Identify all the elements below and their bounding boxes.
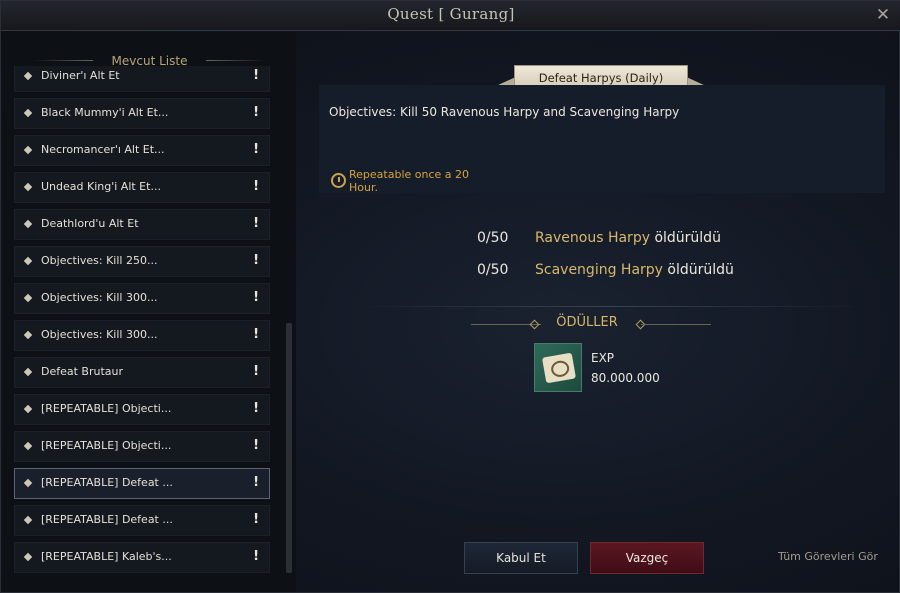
progress-row: 0/50 Scavenging Harpy öldürüldü xyxy=(477,262,734,282)
list-item-label: Objectives: Kill 300... xyxy=(41,291,158,304)
diamond-bullet-icon xyxy=(23,404,33,414)
diamond-bullet-icon xyxy=(23,367,33,377)
list-item-label: Diviner'ı Alt Et xyxy=(41,69,120,82)
list-item[interactable]: Diviner'ı Alt Et! xyxy=(14,66,270,92)
diamond-bullet-icon xyxy=(23,478,33,488)
ornament-left xyxy=(33,60,93,61)
title-bar: Quest [ Gurang] ✕ xyxy=(1,1,900,31)
list-item-label: [REPEATABLE] Defeat ... xyxy=(41,513,173,526)
progress-verb: öldürüldü xyxy=(654,230,721,246)
quest-list-panel: Mevcut Liste Diviner'ı Alt Et! Black Mumm… xyxy=(3,32,296,592)
list-item[interactable]: [REPEATABLE] Defeat ...! xyxy=(14,468,270,499)
repeat-text: Repeatable once a 20 Hour. xyxy=(349,168,470,194)
exclamation-icon: ! xyxy=(253,142,259,157)
exclamation-icon: ! xyxy=(253,68,259,83)
reward-name: EXP xyxy=(591,351,615,365)
list-item[interactable]: Necromancer'ı Alt Et...! xyxy=(14,135,270,166)
reward-value: 80.000.000 xyxy=(591,371,660,385)
list-item[interactable]: [REPEATABLE] Defeat ...! xyxy=(14,505,270,536)
rewards-ornament-right xyxy=(641,324,711,325)
section-divider xyxy=(351,306,866,307)
list-item[interactable]: Undead King'i Alt Et...! xyxy=(14,172,270,203)
list-item[interactable]: Black Mummy'i Alt Et...! xyxy=(14,98,270,129)
quest-window: Quest [ Gurang] ✕ Mevcut Liste Diviner'ı… xyxy=(0,0,900,593)
exclamation-icon: ! xyxy=(253,401,259,416)
scrollbar[interactable] xyxy=(286,323,292,573)
exclamation-icon: ! xyxy=(253,549,259,564)
list-item-label: Black Mummy'i Alt Et... xyxy=(41,106,169,119)
diamond-bullet-icon xyxy=(23,293,33,303)
list-item[interactable]: Defeat Brutaur! xyxy=(14,357,270,388)
list-item[interactable]: [REPEATABLE] Objecti...! xyxy=(14,394,270,425)
exclamation-icon: ! xyxy=(253,512,259,527)
exclamation-icon: ! xyxy=(253,475,259,490)
scroll-glyph xyxy=(541,352,577,384)
view-all-quests-link[interactable]: Tüm Görevleri Gör xyxy=(778,550,878,563)
rewards-diamond-left xyxy=(529,319,540,330)
exclamation-icon: ! xyxy=(253,327,259,342)
diamond-bullet-icon xyxy=(23,515,33,525)
exclamation-icon: ! xyxy=(253,364,259,379)
rewards-title: ÖDÜLLER xyxy=(556,315,618,330)
objective-box: Objectives: Kill 50 Ravenous Harpy and S… xyxy=(319,85,885,194)
list-item[interactable]: Objectives: Kill 250...! xyxy=(14,246,270,277)
exclamation-icon: ! xyxy=(253,438,259,453)
list-item[interactable]: Objectives: Kill 300...! xyxy=(14,320,270,351)
diamond-bullet-icon xyxy=(23,145,33,155)
diamond-bullet-icon xyxy=(23,182,33,192)
list-item-label: [REPEATABLE] Objecti... xyxy=(41,402,172,415)
diamond-bullet-icon xyxy=(23,552,33,562)
diamond-bullet-icon xyxy=(23,108,33,118)
list-item[interactable]: Objectives: Kill 300...! xyxy=(14,283,270,314)
exclamation-icon: ! xyxy=(253,179,259,194)
cancel-button[interactable]: Vazgeç xyxy=(590,542,704,574)
progress-target: Ravenous Harpy xyxy=(535,230,650,246)
progress-count: 0/50 xyxy=(477,262,509,278)
list-item-label: [REPEATABLE] Objecti... xyxy=(41,439,172,452)
exclamation-icon: ! xyxy=(253,290,259,305)
list-item-label: Objectives: Kill 300... xyxy=(41,328,158,341)
close-icon[interactable]: ✕ xyxy=(873,5,893,25)
list-item-label: Defeat Brutaur xyxy=(41,365,124,378)
diamond-bullet-icon xyxy=(23,441,33,451)
diamond-bullet-icon xyxy=(23,71,33,81)
diamond-bullet-icon xyxy=(23,330,33,340)
timer-icon xyxy=(331,173,346,188)
list-item[interactable]: [REPEATABLE] Objecti...! xyxy=(14,431,270,462)
list-item-label: Necromancer'ı Alt Et... xyxy=(41,143,165,156)
diamond-bullet-icon xyxy=(23,256,33,266)
exclamation-icon: ! xyxy=(253,253,259,268)
progress-count: 0/50 xyxy=(477,230,509,246)
list-item-label: [REPEATABLE] Defeat ... xyxy=(41,476,173,489)
diamond-bullet-icon xyxy=(23,219,33,229)
ornament-right xyxy=(206,60,266,61)
objective-text: Objectives: Kill 50 Ravenous Harpy and S… xyxy=(329,105,680,119)
list-item-label: [REPEATABLE] Kaleb's... xyxy=(41,550,172,563)
progress-row: 0/50 Ravenous Harpy öldürüldü xyxy=(477,230,721,250)
quest-title: Defeat Harpys (Daily) xyxy=(538,71,664,85)
progress-target: Scavenging Harpy xyxy=(535,262,663,278)
list-item-label: Objectives: Kill 250... xyxy=(41,254,158,267)
window-title: Quest [ Gurang] xyxy=(387,5,515,23)
list-item-label: Deathlord'u Alt Et xyxy=(41,217,139,230)
quest-list: Diviner'ı Alt Et! Black Mummy'i Alt Et...… xyxy=(14,66,270,593)
list-item[interactable]: Deathlord'u Alt Et! xyxy=(14,209,270,240)
exclamation-icon: ! xyxy=(253,216,259,231)
exclamation-icon: ! xyxy=(253,105,259,120)
progress-verb: öldürüldü xyxy=(667,262,734,278)
list-item-label: Undead King'i Alt Et... xyxy=(41,180,161,193)
list-item[interactable]: [REPEATABLE] Kaleb's...! xyxy=(14,542,270,573)
accept-button[interactable]: Kabul Et xyxy=(464,542,578,574)
scroll-icon[interactable] xyxy=(534,343,582,392)
